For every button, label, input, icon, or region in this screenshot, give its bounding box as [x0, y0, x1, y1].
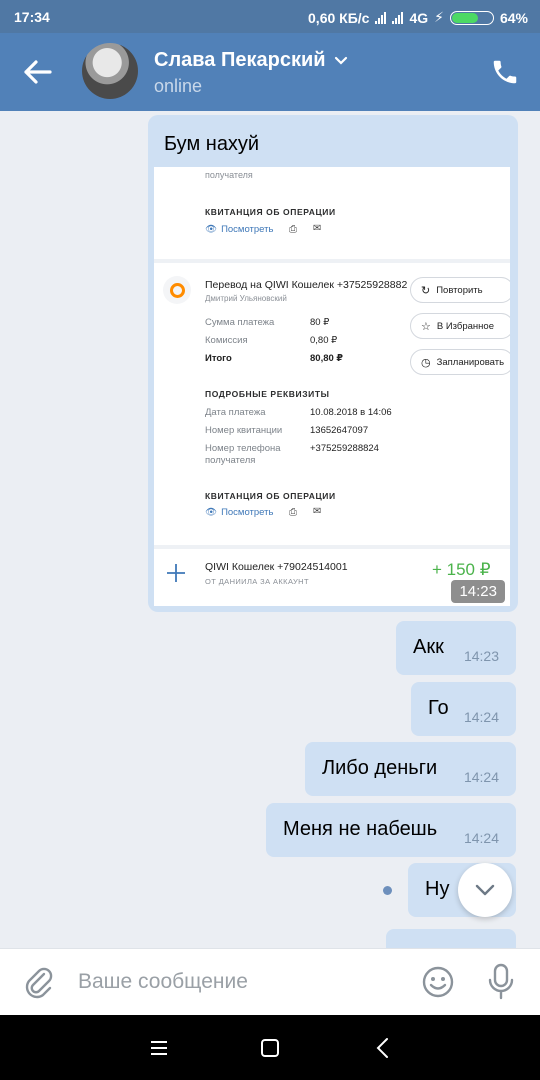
emoji-icon[interactable] — [421, 965, 455, 999]
eye-icon: 👁 — [205, 507, 218, 518]
message-text: Меня не набешь — [283, 818, 438, 840]
phone-icon[interactable] — [490, 57, 520, 87]
outgoing-message[interactable]: Го 14:24 — [411, 682, 516, 736]
print-icon: ⎙ — [289, 224, 297, 235]
message-input[interactable] — [78, 965, 398, 999]
chat-header: Слава Пекарский online — [0, 33, 540, 111]
repeat-button: ↻ Повторить — [410, 277, 510, 303]
amount-label: Сумма платежа — [205, 317, 275, 328]
date-value: 10.08.2018 в 14:06 — [310, 407, 392, 418]
outgoing-message[interactable]: Меня не набешь 14:24 — [266, 803, 516, 857]
outgoing-message[interactable]: Акк 14:23 — [396, 621, 516, 675]
schedule-button: ◷ Запланировать — [410, 349, 510, 375]
star-icon: ☆ — [421, 320, 431, 333]
clock-icon: ◷ — [421, 356, 431, 369]
qiwi-logo-icon — [163, 276, 191, 304]
unread-indicator — [383, 886, 392, 895]
receipt-heading-2: КВИТАНЦИЯ ОБ ОПЕРАЦИИ — [205, 491, 336, 501]
mail-icon: ✉ — [313, 506, 322, 517]
view-receipt-link: 👁 Посмотреть — [205, 224, 274, 235]
contact-name: Слава Пекарский — [154, 49, 326, 71]
date-label: Дата платежа — [205, 407, 266, 418]
message-time: 14:24 — [463, 769, 499, 785]
view-receipt-link-2: 👁 Посмотреть — [205, 507, 274, 518]
repeat-icon: ↻ — [421, 284, 431, 297]
cell-signal-icon — [392, 11, 404, 24]
message-text: Либо деньги — [322, 757, 438, 779]
charging-icon: ⚡ — [434, 9, 444, 25]
message-text: Го — [428, 697, 449, 719]
contact-name-button[interactable]: Слава Пекарский — [154, 49, 348, 72]
mail-icon: ✉ — [313, 223, 322, 234]
network-speed: 0,60 КБ/с — [308, 9, 370, 26]
receipt-number-label: Номер квитанции — [205, 425, 283, 436]
incoming-message[interactable]: Бум нахуй получателя КВИТАНЦИЯ ОБ ОПЕРАЦ… — [148, 115, 518, 612]
receipt-card-top: получателя КВИТАНЦИЯ ОБ ОПЕРАЦИИ 👁 Посмот… — [154, 167, 510, 259]
income-subtitle: ОТ ДАНИИЛА ЗА АККАУНТ — [205, 577, 309, 586]
fee-value: 0,80 ₽ — [310, 335, 338, 346]
message-time: 14:23 — [451, 580, 505, 603]
details-heading: ПОДРОБНЫЕ РЕКВИЗИТЫ — [205, 389, 330, 399]
transfer-card: Перевод на QIWI Кошелек +37525928882 Дми… — [154, 263, 510, 545]
status-time: 17:34 — [14, 9, 50, 25]
battery-icon — [449, 10, 494, 25]
status-indicators: 0,60 КБ/с 4G ⚡ 64% — [308, 9, 528, 26]
print-icon: ⎙ — [289, 507, 297, 518]
message-text: Бум нахуй — [164, 133, 260, 155]
total-label: Итого — [205, 353, 232, 364]
paperclip-icon[interactable] — [22, 965, 56, 999]
chevron-down-icon — [475, 884, 495, 896]
contact-avatar[interactable] — [82, 43, 138, 99]
partial-label: получателя — [205, 170, 253, 180]
income-amount: + 150 ₽ — [432, 560, 491, 579]
chevron-down-icon — [334, 56, 347, 65]
system-nav-bar — [0, 1015, 540, 1080]
phone-label: Номер телефона получателя — [205, 443, 281, 466]
income-title: QIWI Кошелек +79024514001 — [205, 561, 348, 573]
microphone-icon[interactable] — [486, 963, 516, 1001]
total-value: 80,80 ₽ — [310, 353, 344, 364]
amount-value: 80 ₽ — [310, 317, 330, 328]
transfer-subtitle: Дмитрий Ульяновский — [205, 294, 287, 303]
message-time: 14:24 — [463, 830, 499, 846]
network-type: 4G — [409, 9, 429, 26]
message-time: 14:24 — [463, 709, 499, 725]
receipt-heading: КВИТАНЦИЯ ОБ ОПЕРАЦИИ — [205, 207, 336, 217]
wifi-signal-icon — [375, 11, 387, 24]
back-icon[interactable] — [370, 1035, 396, 1061]
message-list[interactable]: Бум нахуй получателя КВИТАНЦИЯ ОБ ОПЕРАЦ… — [0, 111, 540, 948]
scroll-down-button[interactable] — [458, 863, 512, 917]
receipt-number-value: 13652647097 — [310, 425, 369, 436]
back-arrow-icon[interactable] — [22, 57, 54, 87]
attached-photo[interactable]: получателя КВИТАНЦИЯ ОБ ОПЕРАЦИИ 👁 Посмот… — [154, 167, 510, 606]
eye-icon: 👁 — [205, 224, 218, 235]
transfer-title: Перевод на QIWI Кошелек +37525928882 — [205, 279, 408, 291]
home-icon[interactable] — [257, 1035, 283, 1061]
message-time: 14:23 — [463, 648, 499, 664]
fee-label: Комиссия — [205, 335, 248, 346]
battery-percent: 64% — [499, 9, 528, 26]
message-text: Акк — [413, 636, 444, 658]
phone-value: +375259288824 — [310, 443, 379, 454]
status-bar: 17:34 0,60 КБ/с 4G ⚡ 64% — [0, 0, 540, 33]
outgoing-message[interactable]: Либо деньги 14:24 — [305, 742, 516, 796]
message-composer — [0, 948, 540, 1015]
contact-presence: online — [154, 76, 203, 96]
message-text: Ну — [425, 878, 450, 900]
outgoing-message-partial[interactable] — [386, 929, 516, 948]
favorite-button: ☆ В Избранное — [410, 313, 510, 339]
menu-icon[interactable] — [146, 1035, 172, 1061]
plus-icon — [167, 564, 185, 582]
